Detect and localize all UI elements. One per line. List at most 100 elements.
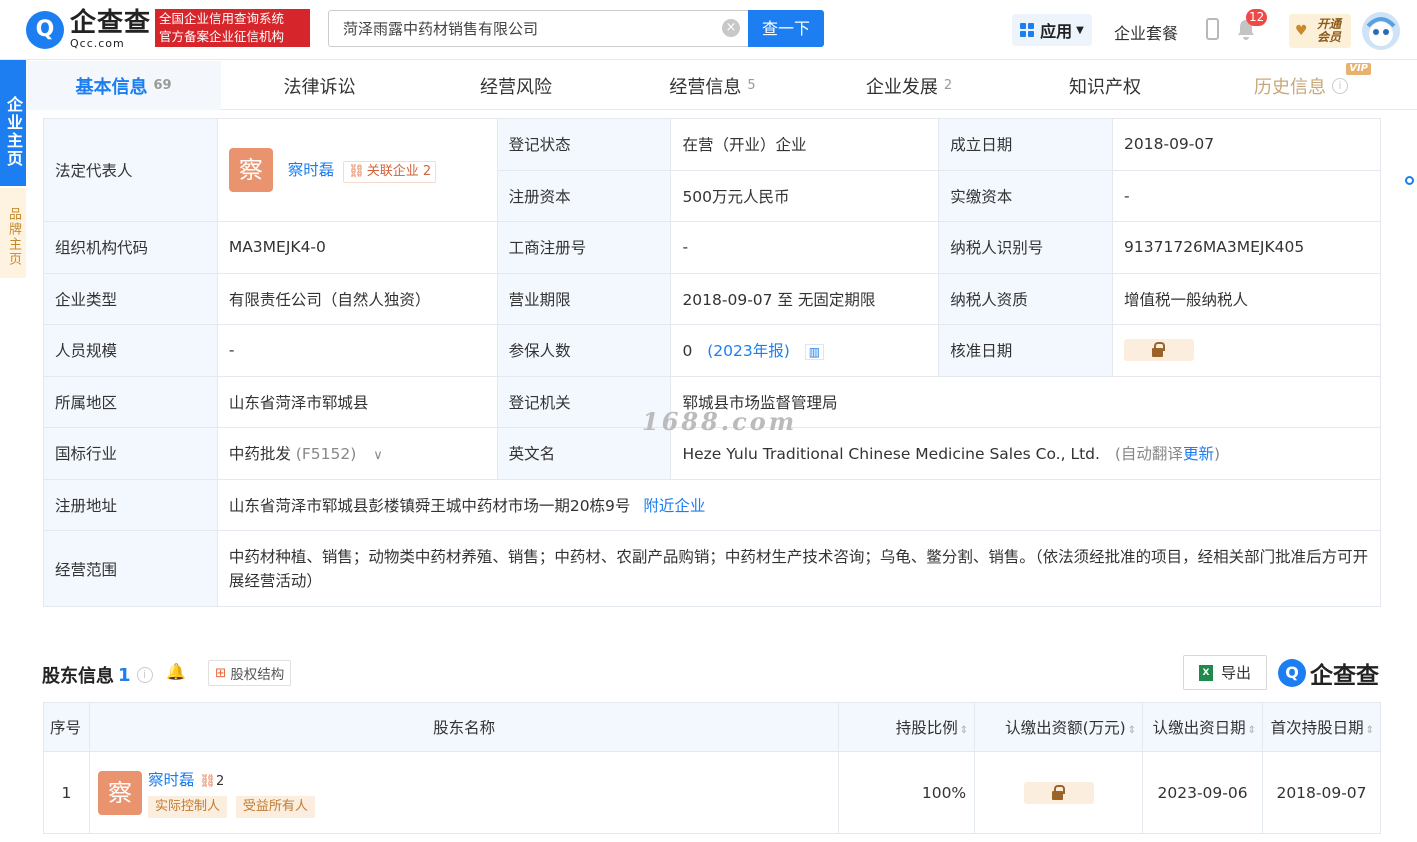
- tab-ip[interactable]: 知识产权: [1007, 61, 1203, 110]
- phone-icon[interactable]: [1206, 18, 1219, 40]
- taxpayer-qual-value: 增值税一般纳税人: [1112, 272, 1381, 325]
- sort-icon[interactable]: ⇕: [1366, 725, 1374, 736]
- biz-term-value: 2018-09-07 至 无固定期限: [670, 272, 940, 325]
- tab-label: 法律诉讼: [283, 76, 356, 98]
- sort-icon[interactable]: ⇕: [1248, 725, 1256, 736]
- shareholder-name[interactable]: 察时磊: [148, 771, 195, 789]
- chevron-down-icon[interactable]: ∨: [373, 448, 383, 463]
- info-icon[interactable]: i: [1332, 77, 1348, 94]
- scope-value: 中药材种植、销售；动物类中药材养殖、销售；中药材、农副产品购销；中药材生产技术咨…: [216, 530, 1382, 607]
- apps-label: 应用: [1040, 22, 1073, 41]
- paid-capital-value: -: [1112, 169, 1381, 222]
- slogan-line2: 官方备案企业征信机构: [159, 30, 285, 44]
- subscribed-date-value: 2023-09-06: [1142, 751, 1264, 834]
- update-link[interactable]: 更新: [1183, 445, 1214, 463]
- shareholders-title-text: 股东信息: [42, 666, 114, 687]
- apps-menu-button[interactable]: 应用 ▼: [1012, 14, 1092, 46]
- legal-rep-avatar[interactable]: 察: [228, 148, 273, 192]
- table-row: 1 察 察时磊 ⛓2 实际控制人 受益所有人 100% 2023-09-06 2…: [43, 751, 1381, 834]
- founded-value: 2018-09-07: [1112, 118, 1381, 171]
- export-label: 导出: [1220, 664, 1251, 682]
- suite-link[interactable]: 企业套餐: [1114, 20, 1178, 44]
- sort-icon[interactable]: ⇕: [960, 725, 968, 736]
- legal-rep-label: 法定代表人: [43, 118, 218, 222]
- address-cell: 山东省菏泽市郓城县彭楼镇舜王城中药材市场一期20栋9号 附近企业: [216, 478, 1382, 531]
- shareholder-related-count: 2: [215, 773, 225, 789]
- main-tabs: 基本信息 69 法律诉讼 经营风险 经营信息 5 企业发展 2 知识产权 VIP 历史…: [26, 61, 1417, 110]
- ratio-value: 100%: [838, 751, 976, 834]
- user-avatar[interactable]: [1362, 12, 1400, 50]
- chevron-down-icon: ▼: [1076, 24, 1084, 36]
- search-button[interactable]: 查一下: [748, 10, 824, 47]
- scroll-indicator[interactable]: [1405, 176, 1414, 185]
- follow-bell-icon[interactable]: 🔔: [166, 662, 186, 682]
- insured-year-link[interactable]: (2023年报): [707, 342, 790, 360]
- english-name-value: Heze Yulu Traditional Chinese Medicine S…: [682, 445, 1100, 464]
- tab-count: 5: [747, 78, 756, 93]
- tab-development[interactable]: 企业发展 2: [811, 61, 1007, 110]
- industry-value: 中药批发: [228, 445, 291, 464]
- tab-label: 经营信息: [669, 76, 742, 98]
- tab-legal[interactable]: 法律诉讼: [221, 61, 418, 110]
- staff-size-label: 人员规模: [43, 324, 218, 377]
- industry-code: (F5152): [295, 445, 357, 464]
- side-tab-brand-home[interactable]: 品牌主页: [0, 188, 26, 278]
- shareholders-table: 序号 股东名称 持股比例 ⇕ 认缴出资额(万元) ⇕ 认缴出资日期 ⇕ 首次持股日期 ⇕…: [43, 702, 1381, 834]
- info-icon[interactable]: i: [136, 667, 153, 683]
- watermark-text: 1688.com: [642, 407, 798, 436]
- insured-cell: 0 (2023年报) ▥: [670, 324, 940, 377]
- logo-en-text: Qcc.com: [70, 37, 125, 50]
- tab-operation[interactable]: 经营信息 5: [614, 61, 811, 110]
- apps-grid-icon: [1020, 23, 1035, 37]
- slogan-line1: 全国企业信用查询系统: [159, 12, 285, 26]
- export-button[interactable]: X 导出: [1183, 655, 1267, 690]
- equity-structure-button[interactable]: ⊞ 股权结构: [208, 660, 292, 686]
- col-first-hold-date[interactable]: 首次持股日期 ⇕: [1262, 702, 1381, 752]
- taxpayer-qual-label: 纳税人资质: [938, 272, 1114, 325]
- shareholder-avatar[interactable]: 察: [97, 770, 142, 815]
- shareholders-title: 股东信息 1 i: [42, 662, 153, 688]
- amount-cell: [974, 751, 1144, 834]
- related-companies-badge[interactable]: ⛓ 关联企业 2: [343, 160, 437, 183]
- beneficiary-tag: 受益所有人: [235, 795, 315, 818]
- side-tab-company-home[interactable]: 企业主页: [0, 60, 26, 186]
- tab-label: 基本信息: [75, 76, 148, 98]
- sort-icon[interactable]: ⇕: [1128, 725, 1136, 736]
- col-ratio-label: 持股比例: [895, 719, 958, 737]
- nearby-companies-link[interactable]: 附近企业: [643, 497, 705, 515]
- clear-icon[interactable]: ×: [722, 19, 740, 37]
- tab-label: 企业发展: [865, 76, 938, 98]
- qcc-logo-small: Q 企查查: [1278, 656, 1379, 690]
- reg-capital-value: 500万元人民币: [670, 169, 940, 222]
- region-label: 所属地区: [43, 375, 218, 428]
- relation-icon[interactable]: ⛓: [199, 774, 216, 789]
- related-count: 2: [422, 163, 432, 179]
- tab-risk[interactable]: 经营风险: [418, 61, 614, 110]
- tab-basic-info[interactable]: 基本信息 69: [26, 61, 221, 110]
- biz-reg-no-label: 工商注册号: [496, 221, 672, 274]
- vip-button[interactable]: ♥ 开通 会员: [1289, 14, 1351, 48]
- col-subscribed-amount[interactable]: 认缴出资额(万元) ⇕: [974, 702, 1144, 752]
- tab-count: 69: [153, 78, 172, 93]
- top-bar: Q 企查查 Qcc.com 全国企业信用查询系统 官方备案企业征信机构 菏泽雨露…: [0, 0, 1417, 60]
- vip-lock-icon[interactable]: [1023, 781, 1094, 804]
- tab-count: 2: [943, 78, 953, 93]
- legal-rep-name[interactable]: 察时磊: [288, 161, 335, 179]
- trend-chart-icon[interactable]: ▥: [804, 344, 825, 361]
- biz-reg-no-value: -: [670, 221, 940, 274]
- qcc-logo[interactable]: Q 企查查 Qcc.com: [26, 10, 151, 49]
- vip-lock-icon[interactable]: [1124, 339, 1195, 362]
- org-code-value: MA3MEJK4-0: [216, 221, 498, 274]
- basic-info-table: 法定代表人 察 察时磊 ⛓ 关联企业 2 登记状态 在营（开业）企业 成立日期 2…: [43, 118, 1382, 607]
- tab-label: 知识产权: [1069, 76, 1141, 98]
- vip-line2: 会员: [1317, 30, 1342, 44]
- col-date-label: 认缴出资日期: [1152, 719, 1246, 737]
- col-subscribed-date[interactable]: 认缴出资日期 ⇕: [1142, 702, 1264, 752]
- close-paren: ): [1213, 445, 1221, 464]
- col-ratio[interactable]: 持股比例 ⇕: [838, 702, 976, 752]
- tab-history[interactable]: VIP 历史信息 i: [1203, 61, 1399, 110]
- search-input[interactable]: 菏泽雨露中药材销售有限公司: [328, 10, 748, 47]
- equity-button-label: 股权结构: [230, 667, 285, 683]
- qcc-logo-icon: Q: [1278, 659, 1306, 687]
- legal-rep-cell: 察 察时磊 ⛓ 关联企业 2: [216, 118, 498, 222]
